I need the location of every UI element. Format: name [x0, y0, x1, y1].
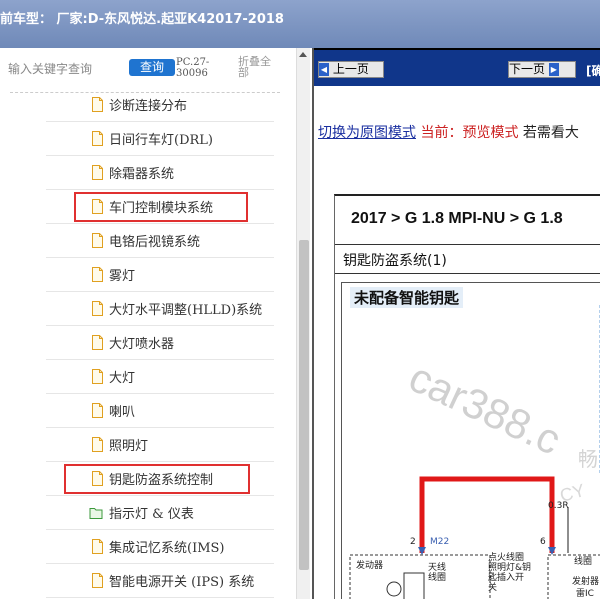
scroll-up-arrow-icon[interactable] [299, 52, 307, 57]
highlight-box-immobilizer [64, 464, 250, 494]
tree-item[interactable]: 指示灯 & 仪表 [0, 496, 296, 530]
collapse-all-button[interactable]: 折叠全部 [238, 56, 278, 78]
arrow-right-icon: ▶ [548, 63, 559, 76]
tree-item[interactable]: 日间行车灯(DRL) [0, 122, 296, 156]
right-module-label-2: 雷IC [576, 589, 594, 599]
document-icon [92, 539, 103, 554]
document-pane: ◀ 上一页 下一页 ▶ [确 切换为原图模式 当前：预览模式 若需看大 2017… [312, 48, 600, 599]
mode-row: 切换为原图模式 当前：预览模式 若需看大 [318, 122, 579, 142]
switch-original-mode-link[interactable]: 切换为原图模式 [318, 125, 416, 141]
tree-item-label: 指示灯 & 仪表 [109, 507, 194, 522]
wire-drawing [349, 302, 600, 599]
search-input[interactable] [8, 60, 118, 78]
next-page-label: 下一页 [509, 62, 546, 76]
ignition-label: 点火线圈照明灯&钥匙插入开关 [488, 553, 532, 593]
tree-item[interactable]: 喇叭 [0, 394, 296, 428]
tree-item[interactable]: 诊断连接分布 [0, 88, 296, 122]
tree-item-label: 智能电源开关 (IPS) 系统 [109, 575, 255, 590]
document-icon [92, 403, 103, 418]
tree-item-label: 大灯水平调整(HLLD)系统 [109, 303, 263, 318]
tree-item[interactable]: 智能电源开关 (IPS) 系统 [0, 564, 296, 598]
coil-symbol [386, 581, 402, 597]
engine-label: 发动器 [356, 561, 384, 571]
wiring-diagram: 未配备智能钥匙 car388.c 畅 CY 2 M22 6 0.3R 发动器 天… [341, 282, 600, 599]
coil-block [403, 572, 425, 599]
folder-icon [89, 508, 103, 519]
document-icon [92, 233, 103, 248]
tree-item-label: 喇叭 [109, 405, 136, 420]
system-title: 钥匙防盗系统(1) [343, 253, 447, 269]
connector-arrow-right [548, 547, 556, 555]
left-panel: 查询 PC.27-30096 折叠全部 诊断连接分布日间行车灯(DRL) 除霜器系… [0, 48, 312, 599]
prev-page-label: 上一页 [332, 62, 369, 76]
right-module-label: 发射器 [572, 577, 600, 587]
pin-2-label: 2 [410, 537, 416, 547]
document-icon [92, 335, 103, 350]
pc-code: PC.27-30096 [176, 57, 210, 79]
coil-label: 天线线圈 [428, 563, 447, 583]
document-icon [92, 267, 103, 282]
search-row: 查询 PC.27-30096 折叠全部 [0, 48, 296, 90]
left-scrollbar[interactable] [296, 48, 310, 599]
wire-code-label: 0.3R [548, 501, 569, 511]
system-title-box: 钥匙防盗系统(1) [335, 244, 600, 274]
connector-arrow-left [418, 547, 426, 555]
document-icon [92, 301, 103, 316]
tree-item-label: 诊断连接分布 [109, 99, 188, 114]
tree-item-label: 除霜器系统 [109, 167, 175, 182]
query-button[interactable]: 查询 [129, 59, 175, 76]
document-icon [92, 369, 103, 384]
tree-item[interactable]: 大灯 [0, 360, 296, 394]
document-icon [92, 573, 103, 588]
tree-item-label: 电铬后视镜系统 [109, 235, 201, 250]
tree-item[interactable]: 雾灯 [0, 258, 296, 292]
tree-item-label: 日间行车灯(DRL) [109, 133, 213, 148]
tree-item[interactable]: 电铬后视镜系统 [0, 224, 296, 258]
document-icon [92, 437, 103, 452]
tree-item-label: 大灯 [109, 371, 136, 386]
tree-item-label: 大灯喷水器 [109, 337, 175, 352]
title-bar: 前车型： 厂家:D-东风悦达.起亚K42017-2018 [0, 0, 600, 48]
connector-m22-label: M22 [430, 537, 450, 547]
tree-item[interactable]: 大灯水平调整(HLLD)系统 [0, 292, 296, 326]
document-icon [92, 97, 103, 112]
confirm-button[interactable]: [确 [586, 62, 600, 79]
mode-hint-text: 若需看大 [522, 125, 579, 141]
tree-item-label: 雾灯 [109, 269, 136, 284]
tree-item[interactable]: 集成记忆系统(IMS) [0, 530, 296, 564]
document-icon [92, 131, 103, 146]
wiring-document: 2017 > G 1.8 MPI-NU > G 1.8 钥匙防盗系统(1) 未配… [334, 194, 600, 599]
tree-item[interactable]: 照明灯 [0, 428, 296, 462]
tree-item[interactable]: 大灯喷水器 [0, 326, 296, 360]
document-icon [92, 165, 103, 180]
highlight-box-door-module [74, 192, 248, 222]
arrow-left-icon: ◀ [319, 63, 329, 76]
prev-page-button[interactable]: ◀ 上一页 [318, 61, 384, 78]
tree-item-label: 集成记忆系统(IMS) [109, 541, 225, 556]
next-page-button[interactable]: 下一页 ▶ [508, 61, 576, 78]
vehicle-title: 前车型： 厂家:D-东风悦达.起亚K42017-2018 [0, 12, 284, 27]
current-mode-text: 当前：预览模式 [420, 125, 519, 141]
tree-item[interactable]: 除霜器系统 [0, 156, 296, 190]
pin-6-label: 6 [540, 537, 546, 547]
tree-item-label: 照明灯 [109, 439, 149, 454]
scroll-thumb[interactable] [299, 240, 309, 570]
doc-breadcrumb: 2017 > G 1.8 MPI-NU > G 1.8 [351, 210, 563, 227]
tree-row-divider [46, 597, 274, 598]
page-nav-bar: ◀ 上一页 下一页 ▶ [确 [314, 48, 600, 86]
right-module-header: 线圈 [574, 557, 593, 567]
